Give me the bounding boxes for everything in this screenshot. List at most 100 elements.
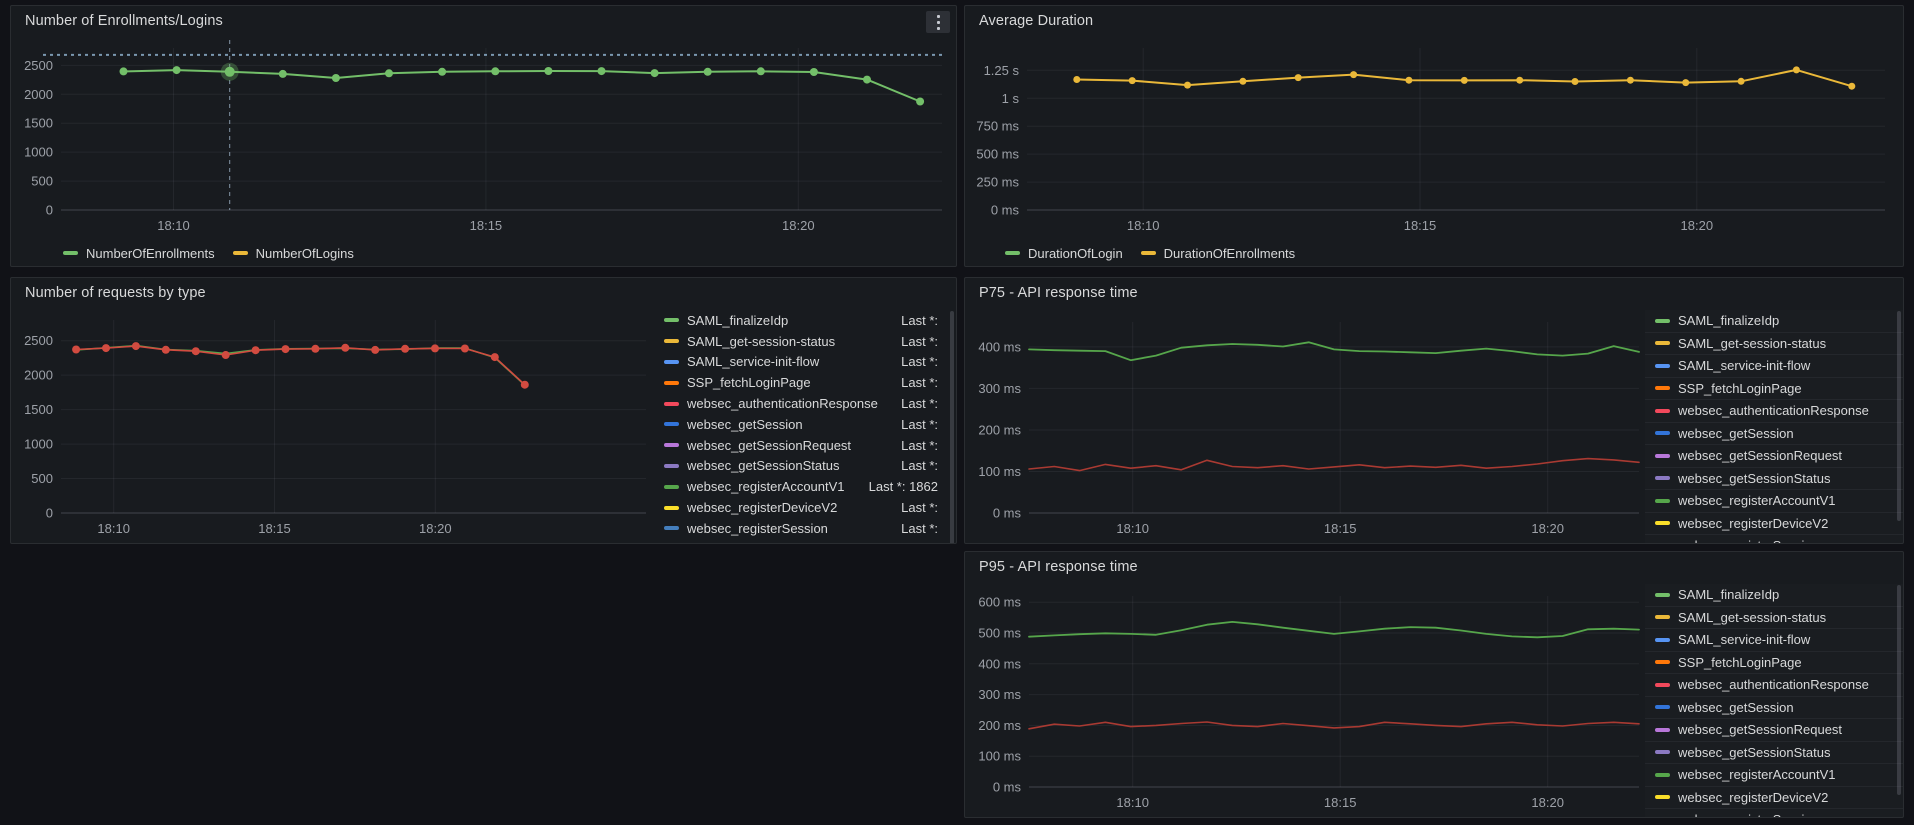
legend-item-websec_getSession[interactable]: websec_getSession [1645, 697, 1903, 720]
series-label: DurationOfLogin [1028, 246, 1123, 261]
series-color-swatch [664, 339, 679, 343]
legend-item-websec_getSessionStatus[interactable]: websec_getSessionStatus [1645, 468, 1903, 491]
series-color-swatch [664, 422, 679, 426]
svg-text:18:10: 18:10 [1127, 218, 1160, 233]
legend-item-SAML_service-init-flow[interactable]: SAML_service-init-flow [1645, 629, 1903, 652]
svg-text:18:10: 18:10 [1116, 795, 1149, 810]
series-last-value: Last *: [901, 521, 938, 536]
legend-item-NumberOfLogins[interactable]: NumberOfLogins [233, 246, 354, 261]
series-color-swatch [1655, 615, 1670, 619]
panel-header[interactable]: Number of requests by type [11, 278, 956, 308]
series-label: SAML_finalizeIdp [687, 313, 788, 328]
legend-item-websec_getSession[interactable]: websec_getSessionLast *: [654, 414, 956, 435]
svg-text:0 ms: 0 ms [993, 780, 1022, 795]
enrollments-legend: NumberOfEnrollments NumberOfLogins [11, 240, 956, 266]
series-color-swatch [664, 485, 679, 489]
series-last-value: Last *: [901, 458, 938, 473]
legend-scrollbar[interactable] [950, 311, 954, 543]
panel-average-duration: Average Duration 0 ms250 ms500 ms750 ms1… [964, 5, 1904, 267]
series-label: websec_registerSession [1678, 538, 1819, 543]
legend-item-SSP_fetchLoginPage[interactable]: SSP_fetchLoginPage [1645, 652, 1903, 675]
legend-scrollbar[interactable] [1897, 311, 1901, 521]
legend-item-websec_authenticationResponse[interactable]: websec_authenticationResponse [1645, 400, 1903, 423]
legend-item-SAML_finalizeIdp[interactable]: SAML_finalizeIdp [1645, 584, 1903, 607]
chart-plot[interactable]: 0500100015002000250018:1018:1518:20 [11, 308, 654, 543]
series-color-swatch [233, 251, 248, 255]
legend-item-SSP_fetchLoginPage[interactable]: SSP_fetchLoginPageLast *: [654, 372, 956, 393]
svg-text:18:15: 18:15 [1404, 218, 1437, 233]
legend-item-SSP_fetchLoginPage[interactable]: SSP_fetchLoginPage [1645, 378, 1903, 401]
panel-p75-api-response-time: P75 - API response time 0 ms100 ms200 ms… [964, 277, 1904, 544]
legend-item-websec_registerAccountV1[interactable]: websec_registerAccountV1Last *: 1862 [654, 476, 956, 497]
svg-text:18:15: 18:15 [470, 218, 503, 233]
series-color-swatch [664, 526, 679, 530]
legend-item-websec_registerDeviceV2[interactable]: websec_registerDeviceV2 [1645, 787, 1903, 810]
legend-item-websec_getSessionStatus[interactable]: websec_getSessionStatusLast *: [654, 456, 956, 477]
requests-legend: SAML_finalizeIdpLast *:SAML_get-session-… [654, 308, 956, 543]
series-last-value: Last *: [901, 396, 938, 411]
legend-item-DurationOfLogin[interactable]: DurationOfLogin [1005, 246, 1123, 261]
series-label: SAML_finalizeIdp [1678, 313, 1779, 328]
p75-chart-canvas[interactable]: 0 ms100 ms200 ms300 ms400 ms18:1018:1518… [965, 308, 1645, 543]
average-duration-chart-canvas[interactable]: 0 ms250 ms500 ms750 ms1 s1.25 s18:1018:1… [965, 36, 1903, 240]
legend-item-websec_registerSession[interactable]: websec_registerSession [1645, 809, 1903, 817]
legend-item-websec_getSessionRequest[interactable]: websec_getSessionRequestLast *: [654, 435, 956, 456]
svg-text:500 ms: 500 ms [978, 626, 1021, 641]
enrollments-chart-canvas[interactable]: 0500100015002000250018:1018:1518:20 [11, 36, 956, 240]
chart-plot[interactable]: 0 ms250 ms500 ms750 ms1 s1.25 s18:1018:1… [965, 36, 1903, 240]
series-color-swatch [664, 464, 679, 468]
legend-item-SAML_get-session-status[interactable]: SAML_get-session-status [1645, 333, 1903, 356]
series-label: websec_getSessionRequest [1678, 722, 1842, 737]
svg-text:300 ms: 300 ms [978, 381, 1021, 396]
panel-header[interactable]: Average Duration [965, 6, 1903, 36]
legend-item-SAML_service-init-flow[interactable]: SAML_service-init-flowLast *: [654, 352, 956, 373]
legend-item-websec_registerSession[interactable]: websec_registerSessionLast *: [654, 518, 956, 539]
series-last-value: Last *: [901, 417, 938, 432]
series-label: SAML_get-session-status [1678, 610, 1826, 625]
panel-title: Number of requests by type [25, 285, 206, 301]
panel-header[interactable]: P75 - API response time [965, 278, 1903, 308]
chart-plot[interactable]: 0500100015002000250018:1018:1518:20 [11, 36, 956, 240]
series-label: SAML_get-session-status [1678, 336, 1826, 351]
legend-item-websec_getSessionStatus[interactable]: websec_getSessionStatus [1645, 742, 1903, 765]
series-label: websec_getSessionStatus [1678, 471, 1830, 486]
legend-scrollbar[interactable] [1897, 585, 1901, 795]
legend-item-websec_authenticationResponse[interactable]: websec_authenticationResponse [1645, 674, 1903, 697]
panel-header[interactable]: P95 - API response time [965, 552, 1903, 582]
requests-chart-canvas[interactable]: 0500100015002000250018:1018:1518:20 [11, 308, 654, 543]
series-color-swatch [1005, 251, 1020, 255]
legend-item-SAML_service-init-flow[interactable]: SAML_service-init-flow [1645, 355, 1903, 378]
legend-item-DurationOfEnrollments[interactable]: DurationOfEnrollments [1141, 246, 1296, 261]
chart-plot[interactable]: 0 ms100 ms200 ms300 ms400 ms18:1018:1518… [965, 308, 1645, 543]
legend-item-websec_registerDeviceV2[interactable]: websec_registerDeviceV2Last *: [654, 497, 956, 518]
series-label: SSP_fetchLoginPage [1678, 655, 1802, 670]
legend-item-websec_authenticationResponse[interactable]: websec_authenticationResponseLast *: [654, 393, 956, 414]
legend-item-websec_getSessionRequest[interactable]: websec_getSessionRequest [1645, 445, 1903, 468]
legend-item-websec_registerDeviceV2[interactable]: websec_registerDeviceV2 [1645, 513, 1903, 536]
series-color-swatch [1655, 750, 1670, 754]
chart-plot[interactable]: 0 ms100 ms200 ms300 ms400 ms500 ms600 ms… [965, 582, 1645, 817]
legend-item-SAML_finalizeIdp[interactable]: SAML_finalizeIdpLast *: [654, 310, 956, 331]
legend-item-SAML_finalizeIdp[interactable]: SAML_finalizeIdp [1645, 310, 1903, 333]
legend-item-SAML_get-session-status[interactable]: SAML_get-session-status [1645, 607, 1903, 630]
series-label: SAML_finalizeIdp [1678, 587, 1779, 602]
panel-header[interactable]: Number of Enrollments/Logins [11, 6, 956, 36]
p95-chart-canvas[interactable]: 0 ms100 ms200 ms300 ms400 ms500 ms600 ms… [965, 582, 1645, 817]
series-label: websec_registerAccountV1 [687, 479, 845, 494]
p75-legend: SAML_finalizeIdp SAML_get-session-status S… [1645, 308, 1903, 543]
legend-item-websec_getSessionRequest[interactable]: websec_getSessionRequest [1645, 719, 1903, 742]
legend-item-NumberOfEnrollments[interactable]: NumberOfEnrollments [63, 246, 215, 261]
legend-item-SAML_get-session-status[interactable]: SAML_get-session-statusLast *: [654, 331, 956, 352]
svg-text:2000: 2000 [24, 87, 53, 102]
series-color-swatch [1655, 521, 1670, 525]
panel-menu-button[interactable] [926, 11, 950, 33]
svg-text:600 ms: 600 ms [978, 595, 1021, 610]
series-label: websec_getSessionRequest [1678, 448, 1842, 463]
series-last-value: Last *: [901, 500, 938, 515]
svg-text:18:15: 18:15 [1324, 521, 1357, 536]
legend-item-websec_registerSession[interactable]: websec_registerSession [1645, 535, 1903, 543]
legend-item-websec_registerAccountV1[interactable]: websec_registerAccountV1 [1645, 490, 1903, 513]
legend-item-websec_registerAccountV1[interactable]: websec_registerAccountV1 [1645, 764, 1903, 787]
legend-item-websec_getSession[interactable]: websec_getSession [1645, 423, 1903, 446]
series-color-swatch [664, 381, 679, 385]
